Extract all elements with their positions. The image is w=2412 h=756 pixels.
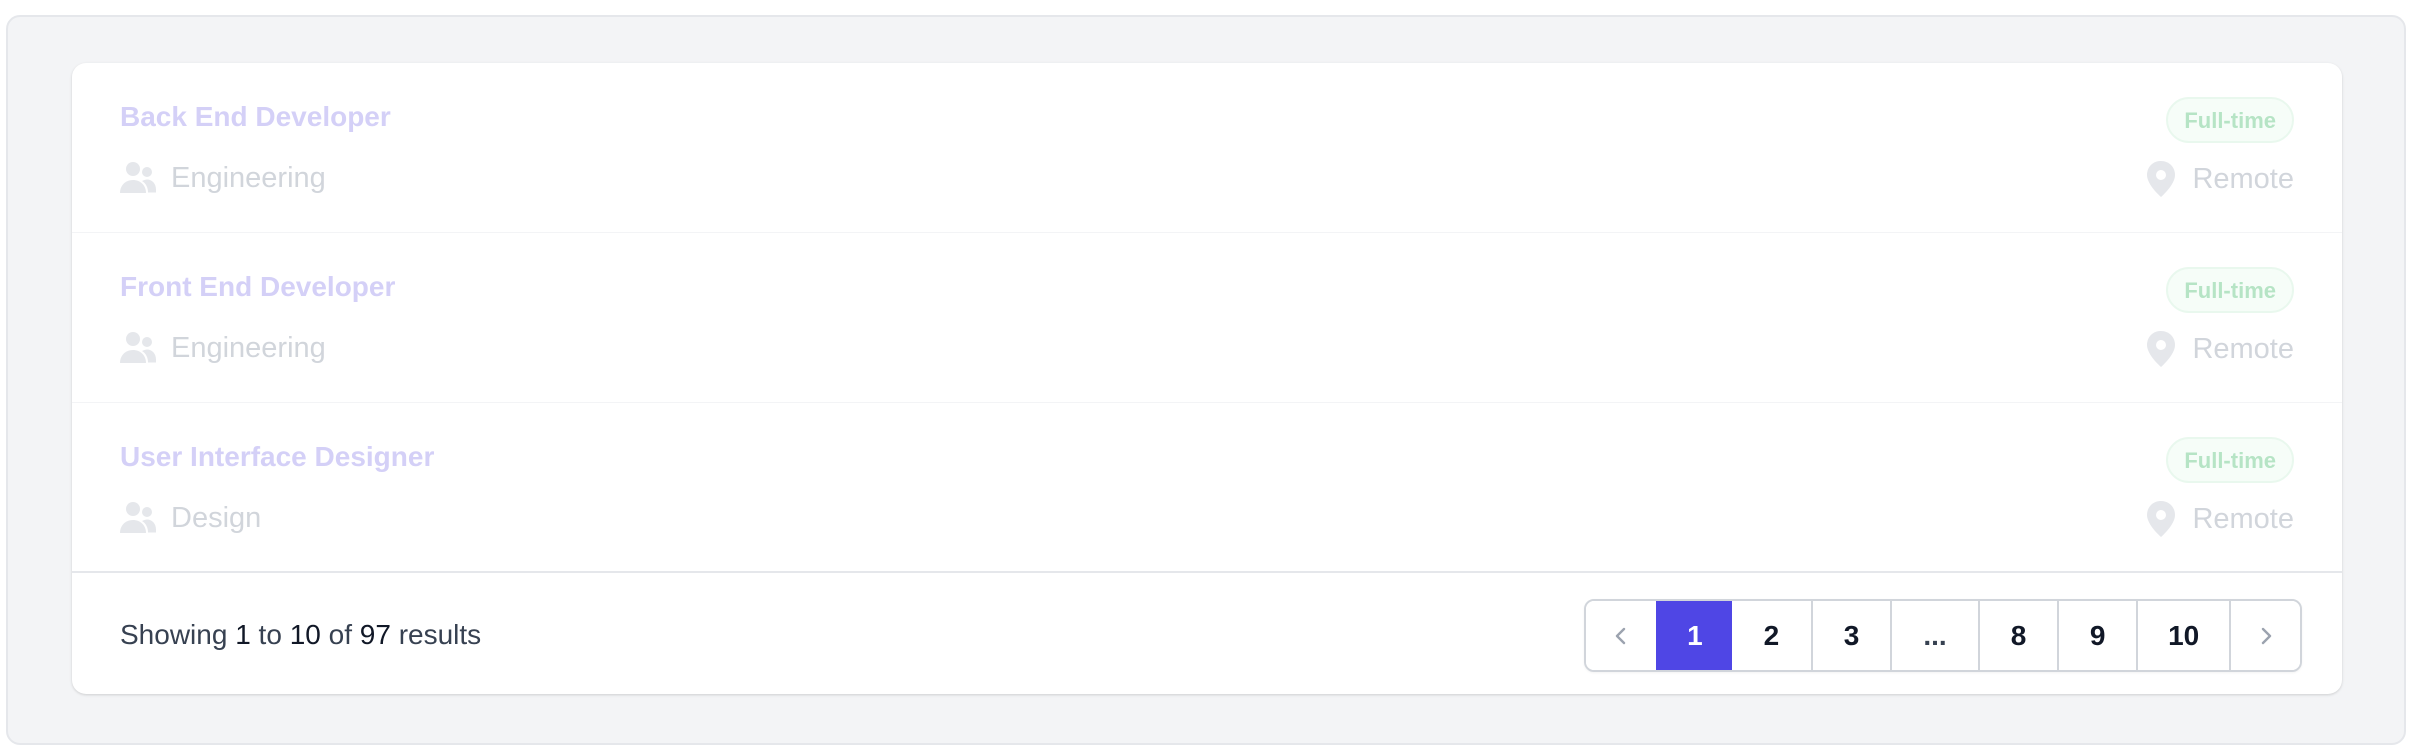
chevron-left-icon [1610, 625, 1632, 647]
job-title[interactable]: Front End Developer [120, 271, 395, 303]
page-ellipsis: ... [1890, 601, 1978, 670]
job-list-item[interactable]: Front End Developer Full-time Engineerin… [72, 233, 2342, 403]
location-label: Remote [2192, 332, 2294, 365]
results-suffix: results [398, 619, 482, 650]
job-list-item[interactable]: Back End Developer Full-time Engineering… [72, 63, 2342, 233]
map-pin-icon [2146, 161, 2176, 197]
page-frame: Back End Developer Full-time Engineering… [6, 15, 2406, 745]
users-icon [120, 161, 156, 195]
page-button[interactable]: 8 [1977, 601, 2058, 670]
department-label: Engineering [171, 331, 326, 364]
pagination-nav: 1 2 3 ... 8 9 10 [1584, 599, 2302, 672]
results-of-word: of [328, 619, 352, 650]
job-title[interactable]: Back End Developer [120, 101, 391, 133]
page-button[interactable]: 10 [2135, 601, 2230, 670]
previous-page-button[interactable] [1586, 601, 1656, 670]
job-list-item[interactable]: User Interface Designer Full-time Design… [72, 403, 2342, 573]
employment-type-badge: Full-time [2166, 437, 2294, 483]
job-list: Back End Developer Full-time Engineering… [72, 63, 2342, 573]
department-label: Design [171, 501, 262, 534]
job-location: Remote [2146, 161, 2294, 197]
results-to-word: to [258, 619, 282, 650]
location-label: Remote [2192, 162, 2294, 195]
pagination-footer: Showing 1 to 10 of 97 results 1 2 3 ... … [72, 573, 2342, 694]
page-button[interactable]: 1 [1655, 601, 1733, 670]
employment-type-badge: Full-time [2166, 97, 2294, 143]
users-icon [120, 331, 156, 365]
job-listings-card: Back End Developer Full-time Engineering… [72, 63, 2342, 694]
page-button[interactable]: 9 [2057, 601, 2136, 670]
location-label: Remote [2192, 502, 2294, 535]
department-label: Engineering [171, 161, 326, 194]
job-department: Engineering [120, 161, 326, 195]
results-prefix: Showing [120, 619, 228, 650]
job-location: Remote [2146, 331, 2294, 367]
job-department: Design [120, 501, 261, 535]
map-pin-icon [2146, 331, 2176, 367]
job-department: Engineering [120, 331, 326, 365]
results-from: 1 [235, 619, 251, 650]
page-button[interactable]: 3 [1810, 601, 1891, 670]
job-location: Remote [2146, 501, 2294, 537]
results-summary: Showing 1 to 10 of 97 results [120, 619, 481, 651]
page-button[interactable]: 2 [1732, 601, 1811, 670]
map-pin-icon [2146, 501, 2176, 537]
users-icon [120, 501, 156, 535]
employment-type-badge: Full-time [2166, 267, 2294, 313]
chevron-right-icon [2255, 625, 2277, 647]
next-page-button[interactable] [2229, 601, 2300, 670]
results-total: 97 [359, 619, 391, 650]
results-to: 10 [289, 619, 321, 650]
job-title[interactable]: User Interface Designer [120, 441, 434, 473]
